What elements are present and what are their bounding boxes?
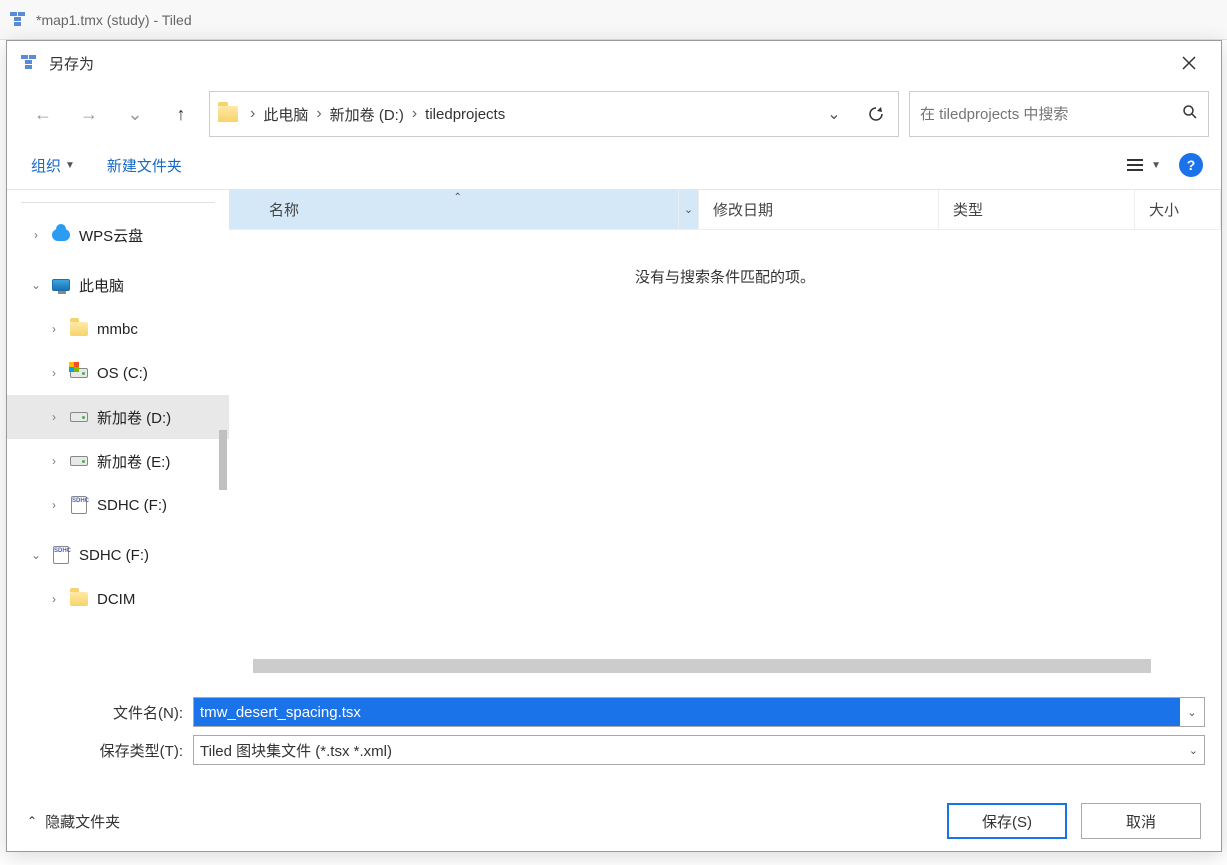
- filetype-label: 保存类型(T):: [23, 740, 193, 761]
- column-size[interactable]: 大小: [1135, 190, 1221, 229]
- file-area: 名称 ⌃ ⌄ 修改日期 类型 大小 没有与搜索条件匹配的项。: [229, 190, 1221, 683]
- monitor-icon: [52, 279, 70, 291]
- column-name-dropdown[interactable]: ⌄: [679, 190, 699, 229]
- sidebar-item-drive-d[interactable]: › 新加卷 (D:): [7, 395, 229, 439]
- chevron-down-icon[interactable]: ⌄: [1180, 706, 1204, 719]
- chevron-right-icon: ›: [314, 105, 323, 123]
- column-headers: 名称 ⌃ ⌄ 修改日期 类型 大小: [229, 190, 1221, 230]
- chevron-right-icon: ›: [410, 105, 419, 123]
- chevron-right-icon[interactable]: ›: [47, 410, 61, 424]
- empty-message: 没有与搜索条件匹配的项。: [229, 230, 1221, 323]
- chevron-right-icon[interactable]: ›: [47, 454, 61, 468]
- path-seg-drive[interactable]: 新加卷 (D:): [324, 104, 410, 125]
- sd-icon: SDHC: [71, 496, 87, 514]
- recent-button[interactable]: ⌄: [117, 96, 153, 132]
- column-date[interactable]: 修改日期: [699, 190, 939, 229]
- bottom-fields: 文件名(N): ⌄ 保存类型(T): Tiled 图块集文件 (*.tsx *.…: [7, 683, 1221, 781]
- path-seg-folder[interactable]: tiledprojects: [419, 106, 511, 123]
- drive-icon: [70, 412, 88, 422]
- hide-folders-toggle[interactable]: ⌃ 隐藏文件夹: [27, 811, 120, 832]
- search-icon[interactable]: [1182, 104, 1198, 124]
- save-as-dialog: 另存为 ← → ⌄ ↑ › 此电脑 › 新加卷 (D:) › tiledproj…: [6, 40, 1222, 852]
- chevron-down-icon: ▼: [65, 160, 75, 171]
- sidebar-item-mmbc[interactable]: › mmbc: [7, 307, 229, 351]
- dialog-footer: ⌃ 隐藏文件夹 保存(S) 取消: [7, 781, 1221, 851]
- sidebar: › WPS云盘 ⌄ 此电脑 › mmbc › OS (C:) ›: [7, 190, 229, 683]
- sidebar-scrollbar[interactable]: [219, 430, 227, 490]
- chevron-down-icon: ▼: [1151, 160, 1161, 171]
- sidebar-item-label: WPS云盘: [79, 225, 143, 246]
- filetype-select[interactable]: Tiled 图块集文件 (*.tsx *.xml) ⌄: [193, 735, 1205, 765]
- sidebar-item-label: 新加卷 (D:): [97, 407, 171, 428]
- drive-icon: [70, 368, 88, 378]
- column-type[interactable]: 类型: [939, 190, 1135, 229]
- chevron-down-icon[interactable]: ⌄: [1189, 744, 1198, 757]
- dialog-title: 另存为: [49, 53, 94, 74]
- sidebar-item-label: mmbc: [97, 321, 138, 338]
- sidebar-item-osc[interactable]: › OS (C:): [7, 351, 229, 395]
- nav-row: ← → ⌄ ↑ › 此电脑 › 新加卷 (D:) › tiledprojects…: [7, 85, 1221, 147]
- chevron-down-icon[interactable]: ⌄: [29, 548, 43, 562]
- chevron-down-icon[interactable]: ⌄: [29, 278, 43, 292]
- sidebar-item-thispc[interactable]: ⌄ 此电脑: [7, 263, 229, 307]
- search-box[interactable]: [909, 91, 1209, 137]
- drive-icon: [70, 456, 88, 466]
- sidebar-item-dcim[interactable]: › DCIM: [7, 577, 229, 621]
- refresh-icon[interactable]: [862, 100, 890, 128]
- path-bar[interactable]: › 此电脑 › 新加卷 (D:) › tiledprojects ⌄: [209, 91, 899, 137]
- chevron-right-icon[interactable]: ›: [47, 322, 61, 336]
- chevron-right-icon[interactable]: ›: [47, 498, 61, 512]
- filename-input[interactable]: [194, 698, 1180, 726]
- folder-icon: [70, 592, 88, 606]
- sidebar-item-label: OS (C:): [97, 365, 148, 382]
- organize-button[interactable]: 组织▼: [31, 155, 75, 176]
- sidebar-item-label: 新加卷 (E:): [97, 451, 170, 472]
- sidebar-item-label: SDHC (F:): [97, 497, 167, 514]
- sidebar-item-label: 此电脑: [79, 275, 124, 296]
- horizontal-scrollbar[interactable]: [253, 659, 1151, 673]
- folder-icon: [70, 322, 88, 336]
- sidebar-item-label: SDHC (F:): [79, 547, 149, 564]
- dialog-titlebar: 另存为: [7, 41, 1221, 85]
- cancel-button[interactable]: 取消: [1081, 803, 1201, 839]
- path-dropdown-icon[interactable]: ⌄: [820, 100, 848, 128]
- app-icon: [8, 10, 28, 30]
- chevron-right-icon[interactable]: ›: [47, 366, 61, 380]
- cloud-icon: [52, 229, 70, 241]
- sidebar-item-sdhc-f[interactable]: › SDHC SDHC (F:): [7, 483, 229, 527]
- chevron-right-icon[interactable]: ›: [29, 228, 43, 242]
- save-button[interactable]: 保存(S): [947, 803, 1067, 839]
- sd-icon: SDHC: [53, 546, 69, 564]
- sort-asc-icon: ⌃: [454, 192, 462, 203]
- new-folder-button[interactable]: 新建文件夹: [107, 155, 182, 176]
- chevron-right-icon[interactable]: ›: [47, 592, 61, 606]
- back-button[interactable]: ←: [25, 96, 61, 132]
- column-name[interactable]: 名称 ⌃: [229, 190, 679, 229]
- app-titlebar: *map1.tmx (study) - Tiled: [0, 0, 1227, 40]
- search-input[interactable]: [920, 106, 1182, 123]
- toolbar-row: 组织▼ 新建文件夹 ▼ ?: [7, 147, 1221, 189]
- help-button[interactable]: ?: [1179, 153, 1203, 177]
- view-mode-button[interactable]: ▼: [1125, 157, 1161, 173]
- path-seg-thispc[interactable]: 此电脑: [257, 104, 314, 125]
- up-button[interactable]: ↑: [163, 96, 199, 132]
- sidebar-item-sdhc-f2[interactable]: ⌄ SDHC SDHC (F:): [7, 533, 229, 577]
- sidebar-item-drive-e[interactable]: › 新加卷 (E:): [7, 439, 229, 483]
- filetype-value: Tiled 图块集文件 (*.tsx *.xml): [200, 740, 392, 761]
- sidebar-item-wps[interactable]: › WPS云盘: [7, 213, 229, 257]
- filename-label: 文件名(N):: [23, 702, 193, 723]
- forward-button[interactable]: →: [71, 96, 107, 132]
- content-area: › WPS云盘 ⌄ 此电脑 › mmbc › OS (C:) ›: [7, 189, 1221, 683]
- folder-icon: [218, 106, 238, 122]
- close-button[interactable]: [1169, 43, 1209, 83]
- chevron-right-icon: ›: [248, 105, 257, 123]
- sidebar-item-label: DCIM: [97, 591, 135, 608]
- filename-field[interactable]: ⌄: [193, 697, 1205, 727]
- app-title: *map1.tmx (study) - Tiled: [36, 12, 192, 28]
- chevron-up-icon: ⌃: [27, 814, 37, 828]
- dialog-icon: [19, 53, 39, 73]
